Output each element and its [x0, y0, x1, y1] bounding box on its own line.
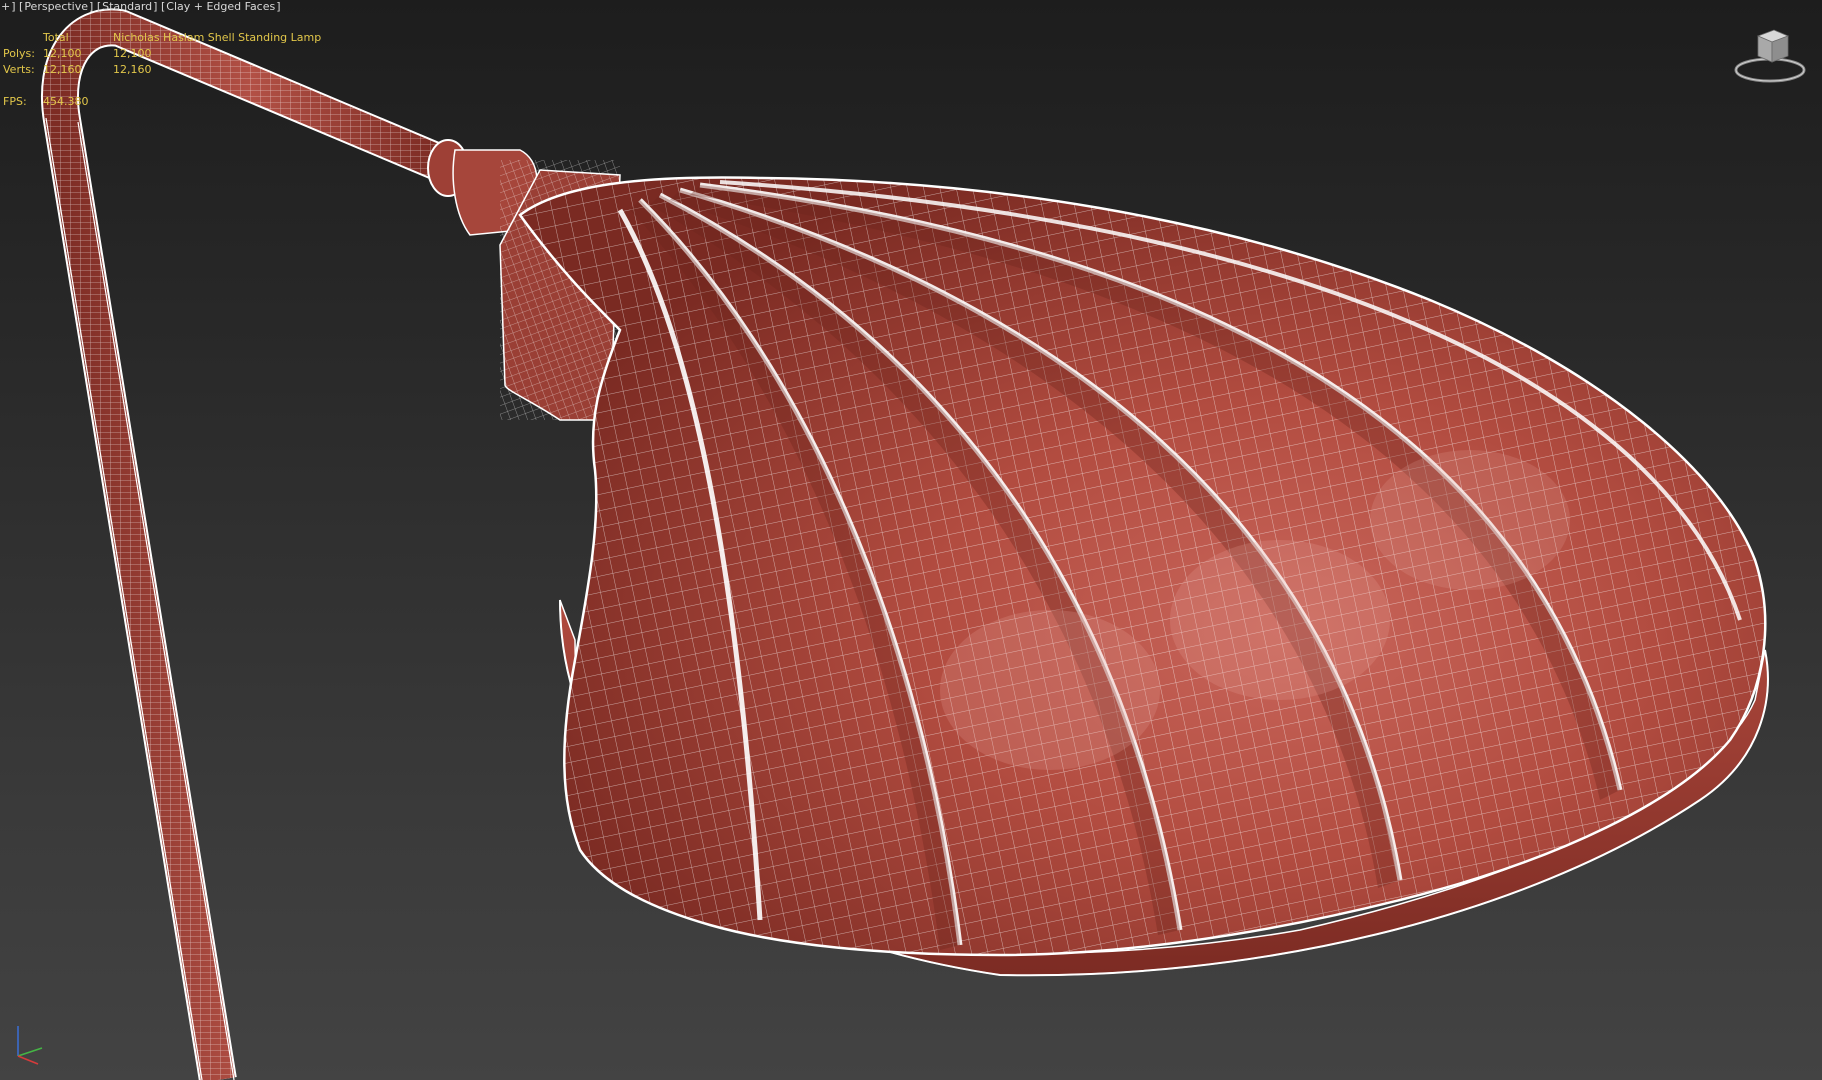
lamp-pole — [40, 8, 453, 1080]
polys-label: Polys: — [3, 47, 35, 60]
fps-value: 454.380 — [43, 95, 89, 108]
viewcube-icon[interactable] — [1730, 22, 1810, 86]
stats-header-object: Nicholas Haslam Shell Standing Lamp — [113, 31, 322, 44]
verts-object: 12,160 — [113, 63, 152, 76]
verts-label: Verts: — [3, 63, 35, 76]
viewport-menu-shading[interactable]: Standard — [101, 0, 153, 13]
viewport-label: +] [Perspective] [Standard] [Clay + Edge… — [0, 0, 281, 13]
viewport-menu-plus[interactable]: + — [0, 0, 11, 13]
viewport-menu-view[interactable]: Perspective — [23, 0, 89, 13]
verts-total: 12,160 — [43, 63, 82, 76]
stats-header-total: Total — [43, 31, 69, 44]
polys-total: 12,100 — [43, 47, 82, 60]
fps-label: FPS: — [3, 95, 27, 108]
3d-viewport[interactable]: +] [Perspective] [Standard] [Clay + Edge… — [0, 0, 1822, 1080]
lamp-shell — [518, 176, 1767, 957]
lamp-model-render[interactable] — [0, 0, 1822, 1080]
polys-object: 12,100 — [113, 47, 152, 60]
viewport-menu-display[interactable]: Clay + Edged Faces — [165, 0, 276, 13]
axis-tripod-icon — [17, 1026, 43, 1065]
